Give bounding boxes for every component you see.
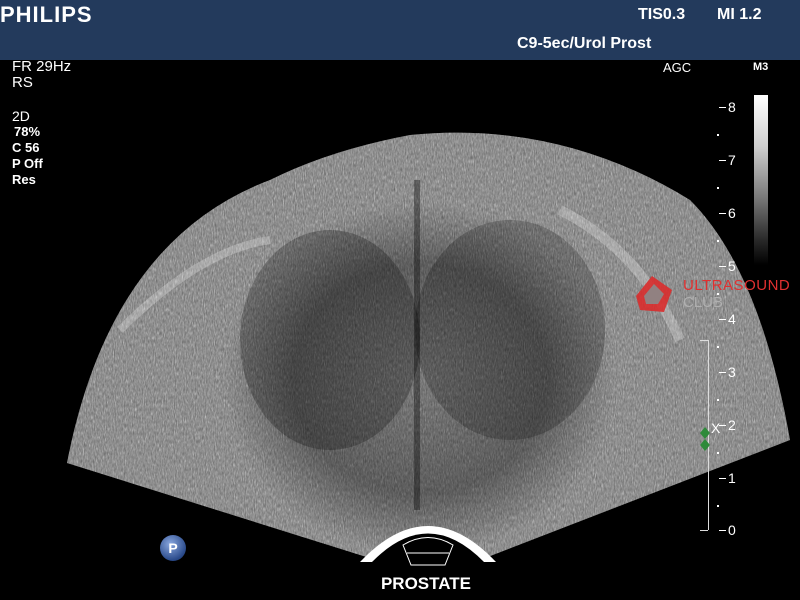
focus-bracket-bottom [700, 530, 708, 531]
focus-position-icon [700, 427, 710, 451]
focus-bracket-top [700, 340, 708, 341]
rs-label: RS [12, 74, 33, 91]
compression-value: C 56 [12, 140, 40, 155]
depth-label: 8 [728, 99, 736, 115]
ultrasound-image [67, 132, 790, 566]
depth-label: 3 [728, 364, 736, 380]
focus-marker: X [711, 420, 721, 436]
watermark-text-club: CLUB [683, 294, 724, 311]
organ-label: PROSTATE [380, 574, 472, 593]
ultrasound-club-logo-icon [636, 276, 672, 312]
agc-label: AGC [663, 60, 692, 75]
depth-label: 5 [728, 258, 736, 274]
grayscale-bar [754, 95, 768, 265]
depth-label: 6 [728, 205, 736, 221]
map-label: M3 [753, 61, 769, 73]
persistence-value: P Off [12, 156, 43, 171]
mode-label: 2D [12, 108, 30, 124]
p-button[interactable]: P [160, 535, 186, 561]
depth-label: 0 [728, 522, 736, 538]
frame-rate: FR 29Hz [12, 58, 72, 75]
depth-label: 7 [728, 152, 736, 168]
resolution-value: Res [12, 172, 36, 187]
depth-label: 4 [728, 311, 736, 327]
depth-label: 2 [728, 417, 736, 433]
gain-value: 78% [14, 124, 41, 139]
depth-label: 1 [728, 470, 736, 486]
watermark-text-ultrasound: ULTRASOUND [683, 277, 791, 294]
